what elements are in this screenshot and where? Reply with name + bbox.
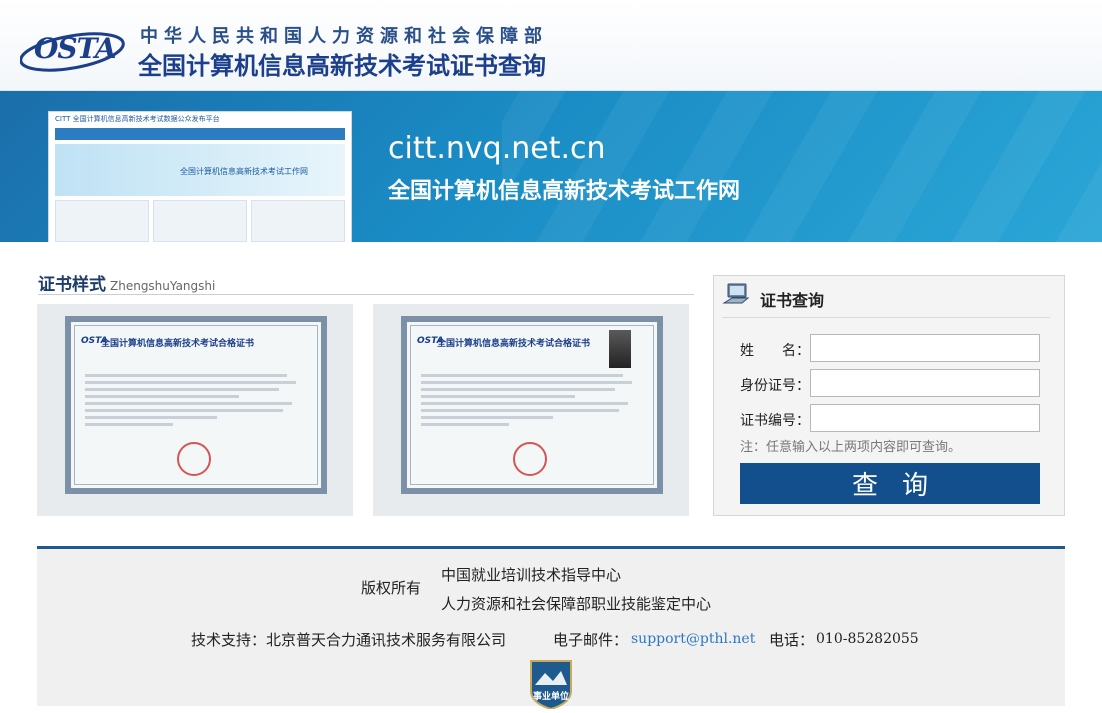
- screenshot-hero-text: 全国计算机信息高新技术考试工作网: [180, 167, 308, 176]
- certificate-number-input[interactable]: [810, 404, 1040, 432]
- certificate-section-title: 证书样式 ZhengshuYangshi: [38, 270, 694, 295]
- technical-support: 技术支持：北京普天合力通讯技术服务有限公司: [191, 631, 507, 649]
- id-number-label: 身份证号：: [740, 378, 810, 394]
- site-title: 全国计算机信息高新技术考试工作网: [388, 179, 741, 204]
- certificate-sample-1[interactable]: OSTA 全国计算机信息高新技术考试合格证书: [37, 304, 353, 516]
- site-header: OSTA 中华人民共和国人力资源和社会保障部 全国计算机信息高新技术考试证书查询: [0, 0, 1102, 91]
- screenshot-hero: 全国计算机信息高新技术考试工作网: [55, 144, 345, 196]
- certificate-query-panel: 证书查询 姓 名： 身份证号： 证书编号： 注：任意输入以上两项内容即可查询。 …: [713, 275, 1065, 516]
- certificate-image: OSTA 全国计算机信息高新技术考试合格证书: [401, 316, 663, 494]
- badge-label: 事业单位: [532, 692, 569, 702]
- screenshot-column: [251, 200, 345, 242]
- computer-icon: [722, 283, 750, 304]
- ministry-name: 中华人民共和国人力资源和社会保障部: [140, 26, 548, 47]
- screenshot-caption: CITT 全国计算机信息高新技术考试数据公众发布平台: [49, 112, 351, 128]
- portrait-photo: [609, 330, 631, 368]
- cert-text-lines: [421, 374, 641, 430]
- id-number-input[interactable]: [810, 369, 1040, 397]
- email-link[interactable]: support@pthl.net: [631, 631, 755, 647]
- certificate-sample-2[interactable]: OSTA 全国计算机信息高新技术考试合格证书: [373, 304, 689, 516]
- email-label: 电子邮件：: [553, 631, 629, 649]
- site-url[interactable]: citt.nvq.net.cn: [388, 131, 606, 166]
- certificate-image: OSTA 全国计算机信息高新技术考试合格证书: [65, 316, 327, 494]
- screenshot-columns: [55, 200, 345, 242]
- section-title-en: ZhengshuYangshi: [110, 279, 216, 293]
- name-label: 姓 名：: [740, 343, 810, 359]
- site-footer: 版权所有 中国就业培训技术指导中心 人力资源和社会保障部职业技能鉴定中心 技术支…: [37, 546, 1065, 711]
- copyright-org-1: 中国就业培训技术指导中心: [441, 566, 622, 584]
- cert-text-lines: [85, 374, 305, 430]
- screenshot-column: [153, 200, 247, 242]
- divider: [722, 317, 1050, 318]
- query-hint: 注：任意输入以上两项内容即可查询。: [740, 440, 962, 455]
- hero-banner: CITT 全国计算机信息高新技术考试数据公众发布平台 全国计算机信息高新技术考试…: [0, 91, 1102, 242]
- certificate-number-label: 证书编号：: [740, 413, 810, 429]
- name-input[interactable]: [810, 334, 1040, 362]
- phone-label: 电话：: [769, 631, 815, 649]
- screenshot-column: [55, 200, 149, 242]
- copyright-org-2: 人力资源和社会保障部职业技能鉴定中心: [441, 595, 712, 613]
- cert-heading: 全国计算机信息高新技术考试合格证书: [437, 339, 591, 349]
- copyright-label: 版权所有: [361, 579, 422, 597]
- public-institution-badge[interactable]: 事业单位: [525, 657, 577, 711]
- osta-logo-text: OSTA: [34, 32, 117, 65]
- banner-decoration: [502, 91, 1102, 242]
- query-button[interactable]: 查询: [740, 463, 1040, 504]
- cert-heading: 全国计算机信息高新技术考试合格证书: [101, 339, 255, 349]
- website-screenshot-image[interactable]: CITT 全国计算机信息高新技术考试数据公众发布平台 全国计算机信息高新技术考试…: [48, 111, 352, 242]
- query-title: 证书查询: [760, 291, 825, 310]
- phone-number: 010-85282055: [816, 631, 919, 647]
- osta-logo[interactable]: OSTA: [20, 24, 135, 76]
- screenshot-nav-bar: [55, 128, 345, 140]
- page-title: 全国计算机信息高新技术考试证书查询: [138, 52, 546, 80]
- section-title-zh: 证书样式: [38, 275, 106, 295]
- seal-icon: [177, 442, 211, 476]
- seal-icon: [513, 442, 547, 476]
